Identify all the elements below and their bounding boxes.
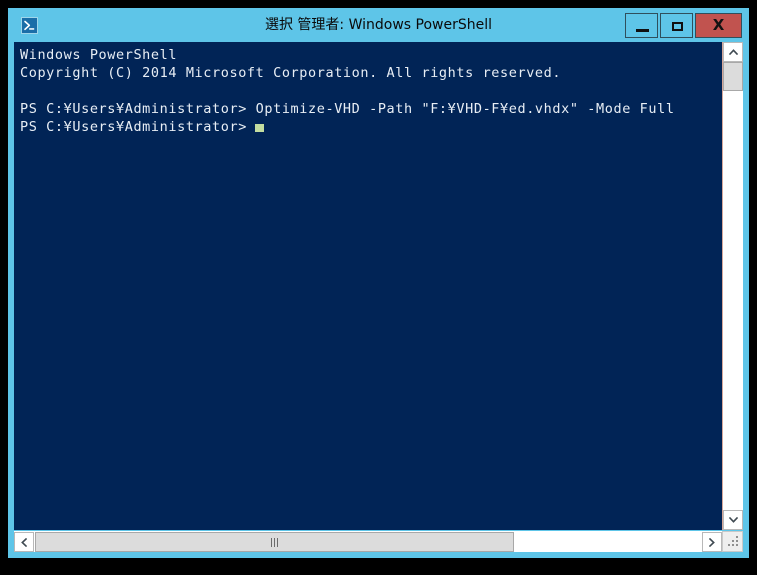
maximize-icon [672,22,683,31]
close-icon: X [712,16,725,34]
scroll-left-button[interactable] [14,532,34,552]
minimize-button[interactable] [625,13,658,38]
console-area: Windows PowerShell Copyright (C) 2014 Mi… [14,42,743,552]
chevron-up-icon [728,49,738,55]
console-text-buffer: Windows PowerShell Copyright (C) 2014 Mi… [20,46,675,136]
minimize-icon [636,29,649,32]
scroll-right-button[interactable] [702,532,722,552]
console-line-command: PS C:¥Users¥Administrator> Optimize-VHD … [20,101,675,117]
window-resize-grip[interactable] [722,531,743,552]
scroll-thumb-grip-icon [271,537,278,547]
close-button[interactable]: X [695,13,742,38]
chevron-right-icon [709,537,715,547]
desktop-background: 選択 管理者: Windows PowerShell X Windows Pow… [0,0,757,575]
window-titlebar[interactable]: 選択 管理者: Windows PowerShell X [8,8,749,42]
console-line-copyright: Copyright (C) 2014 Microsoft Corporation… [20,65,562,81]
console-line-banner: Windows PowerShell [20,47,178,63]
console-output[interactable]: Windows PowerShell Copyright (C) 2014 Mi… [14,42,722,530]
chevron-left-icon [21,537,27,547]
vertical-scrollbar[interactable] [722,42,743,530]
resize-grip-icon [728,536,738,546]
console-line-prompt: PS C:¥Users¥Administrator> [20,119,247,135]
maximize-button[interactable] [660,13,693,38]
console-cursor [254,124,264,132]
scroll-down-button[interactable] [723,510,743,530]
vertical-scroll-thumb[interactable] [723,62,743,91]
chevron-down-icon [728,517,738,523]
window-controls: X [625,13,742,38]
scroll-up-button[interactable] [723,42,743,62]
horizontal-scroll-thumb[interactable] [35,532,514,552]
powershell-window: 選択 管理者: Windows PowerShell X Windows Pow… [8,8,749,558]
horizontal-scrollbar[interactable] [14,531,722,552]
